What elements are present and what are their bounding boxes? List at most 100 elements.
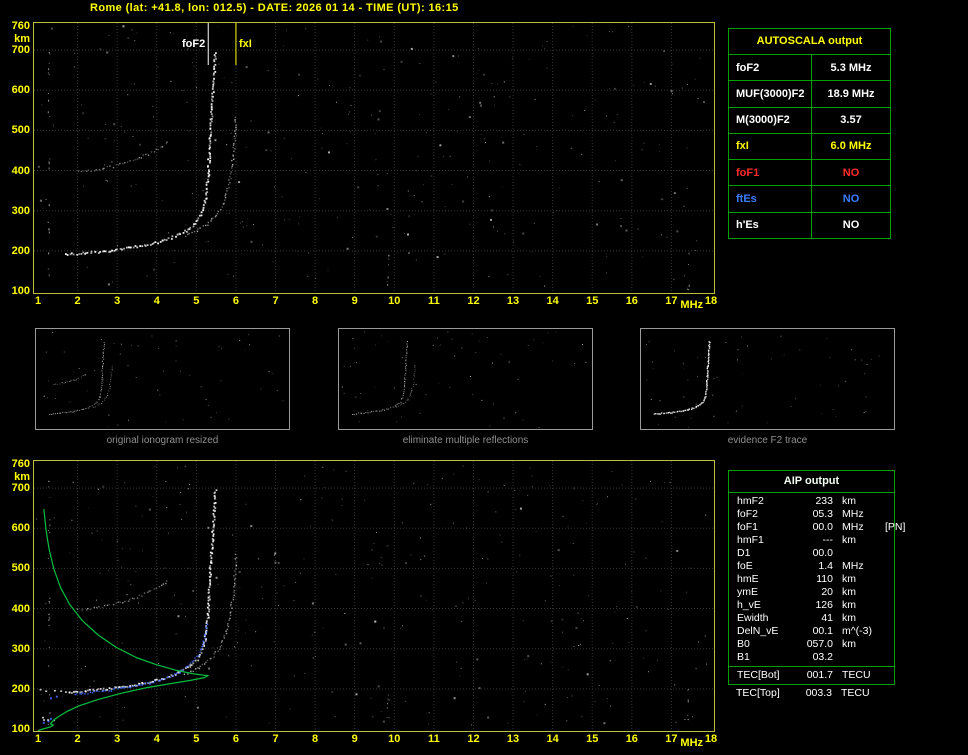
- autoscala-param-value: 18.9 MHz: [827, 87, 875, 100]
- aip-param-value: 05.3: [812, 508, 833, 520]
- x-tick-label: 14: [546, 295, 559, 307]
- aip-param-unit: MHz: [842, 560, 864, 572]
- aip-param-value: 003.3: [805, 687, 832, 699]
- aip-param-name: hmF1: [737, 534, 764, 546]
- thumbnail-caption-no-reflections: eliminate multiple reflections: [402, 435, 529, 446]
- x-tick-label: 6: [232, 295, 239, 307]
- aip-param-extra: [881, 625, 894, 638]
- autoscala-row: MUF(3000)F2 18.9 MHz: [729, 81, 890, 108]
- aip-row: foF2 05.3 MHz: [729, 508, 894, 521]
- aip-param-extra: [881, 669, 894, 682]
- aip-param-value: 057.0: [806, 638, 833, 650]
- ionogram-top-canvas: [34, 23, 714, 293]
- aip-row: hmE 110 km: [729, 573, 894, 586]
- aip-param-extra: [881, 534, 894, 547]
- y-tick-label: 600: [11, 84, 30, 97]
- y-tick-label: 760: [11, 458, 30, 470]
- aip-param-name: Ewidth: [737, 612, 769, 624]
- aip-param-name: foE: [737, 560, 753, 572]
- ionogram-top-plot: foF2 fxI: [33, 22, 715, 294]
- y-tick-label: 700: [11, 482, 30, 495]
- x-tick-label: 13: [506, 295, 520, 307]
- autoscala-param-value: 3.57: [840, 114, 862, 127]
- autoscala-param-value: NO: [842, 193, 860, 206]
- x-tick-label: 15: [586, 733, 599, 745]
- x-tick-label: 13: [506, 733, 520, 745]
- aip-output: AIP output hmF2 233 km foF2 05.3 MHz foF1 00.0 M…: [728, 470, 905, 700]
- aip-param-value: 00.0: [812, 521, 833, 533]
- y-tick-label: 700: [11, 44, 30, 57]
- y-axis-unit-label: km: [14, 471, 30, 483]
- y-tick-label: 300: [11, 204, 30, 217]
- autoscala-param-label: fxI: [729, 133, 812, 160]
- thumbnail-original-ionogram: [35, 328, 290, 430]
- x-tick-label: 11: [428, 295, 440, 307]
- aip-param-value: 41: [821, 612, 833, 624]
- x-tick-label: 1: [34, 295, 42, 307]
- y-tick-label: 400: [11, 602, 30, 615]
- aip-param-name: hmE: [737, 573, 759, 585]
- x-tick-label: 2: [74, 733, 81, 745]
- autoscala-row: ftEs NO: [729, 186, 890, 213]
- y-tick-label: 200: [11, 244, 30, 257]
- autoscala-param-value: 6.0 MHz: [830, 140, 872, 153]
- x-tick-label: 9: [351, 295, 358, 307]
- aip-param-unit: m^(-3): [842, 625, 873, 637]
- y-tick-label: 100: [11, 723, 30, 735]
- ionogram-bottom-plot: [33, 460, 715, 732]
- aip-param-value: 126: [815, 599, 833, 611]
- aip-row: D1 00.0: [729, 547, 894, 560]
- aip-param-value: 1.4: [818, 560, 833, 572]
- aip-param-name: h_vE: [737, 599, 761, 611]
- autoscala-param-label: MUF(3000)F2: [729, 81, 812, 107]
- y-tick-label: 500: [11, 562, 30, 575]
- aip-param-value: 03.2: [812, 651, 833, 663]
- x-tick-label: 11: [428, 733, 440, 745]
- autoscala-param-value: 5.3 MHz: [830, 61, 872, 74]
- aip-row: TEC[Top] 003.3 TECU: [728, 687, 895, 700]
- x-tick-label: 18: [704, 733, 718, 745]
- x-tick-label: 17: [665, 733, 678, 745]
- y-tick-label: 300: [11, 642, 30, 655]
- x-tick-label: 6: [232, 733, 239, 745]
- autoscala-table-title: AUTOSCALA output: [729, 29, 890, 55]
- x-tick-label: 1: [34, 733, 42, 745]
- aip-param-name: TEC[Bot]: [737, 669, 780, 681]
- x-tick-label: 18: [704, 295, 718, 307]
- x-tick-label: 4: [153, 295, 160, 307]
- y-tick-label: 760: [11, 20, 30, 32]
- aip-param-unit: km: [842, 612, 856, 624]
- aip-row: DelN_vE 00.1 m^(-3): [729, 625, 894, 638]
- autoscala-row: foF1 NO: [729, 160, 890, 187]
- autoscala-output-table: AUTOSCALA output foF2 5.3 MHz MUF(3000)F2 1…: [728, 28, 891, 239]
- aip-param-extra: [880, 687, 895, 700]
- aip-param-extra: [881, 495, 894, 508]
- aip-param-unit: km: [842, 638, 856, 650]
- aip-param-value: 233: [815, 495, 833, 507]
- autoscala-param-value: NO: [842, 219, 860, 232]
- x-tick-label: 14: [546, 733, 559, 745]
- aip-param-extra: [881, 612, 894, 625]
- x-tick-label: 3: [114, 733, 121, 745]
- thumbnail-caption-f2-trace: evidence F2 trace: [727, 435, 808, 446]
- page-title: Rome (lat: +41.8, lon: 012.5) - DATE: 20…: [90, 2, 459, 14]
- aip-param-name: DelN_vE: [737, 625, 779, 637]
- aip-param-extra: [881, 586, 894, 599]
- x-tick-label: 7: [272, 295, 279, 307]
- y-tick-label: 400: [11, 164, 30, 177]
- aip-param-unit: km: [842, 586, 856, 598]
- aip-param-extra: [881, 508, 894, 521]
- aip-param-value: 00.1: [812, 625, 833, 637]
- aip-row: B1 03.2: [729, 651, 894, 664]
- y-tick-label: 600: [11, 522, 30, 535]
- x-tick-label: 16: [625, 295, 638, 307]
- aip-param-unit: TECU: [842, 669, 871, 681]
- aip-row: TEC[Bot] 001.7 TECU: [729, 666, 894, 682]
- aip-row: ymE 20 km: [729, 586, 894, 599]
- x-axis-unit-label: MHz: [680, 737, 704, 749]
- aip-row: foF1 00.0 MHz [PN]: [729, 521, 905, 534]
- aip-row: Ewidth 41 km: [729, 612, 894, 625]
- x-tick-label: 9: [351, 733, 358, 745]
- y-tick-label: 100: [11, 285, 30, 297]
- aip-param-name: foF1: [737, 521, 759, 533]
